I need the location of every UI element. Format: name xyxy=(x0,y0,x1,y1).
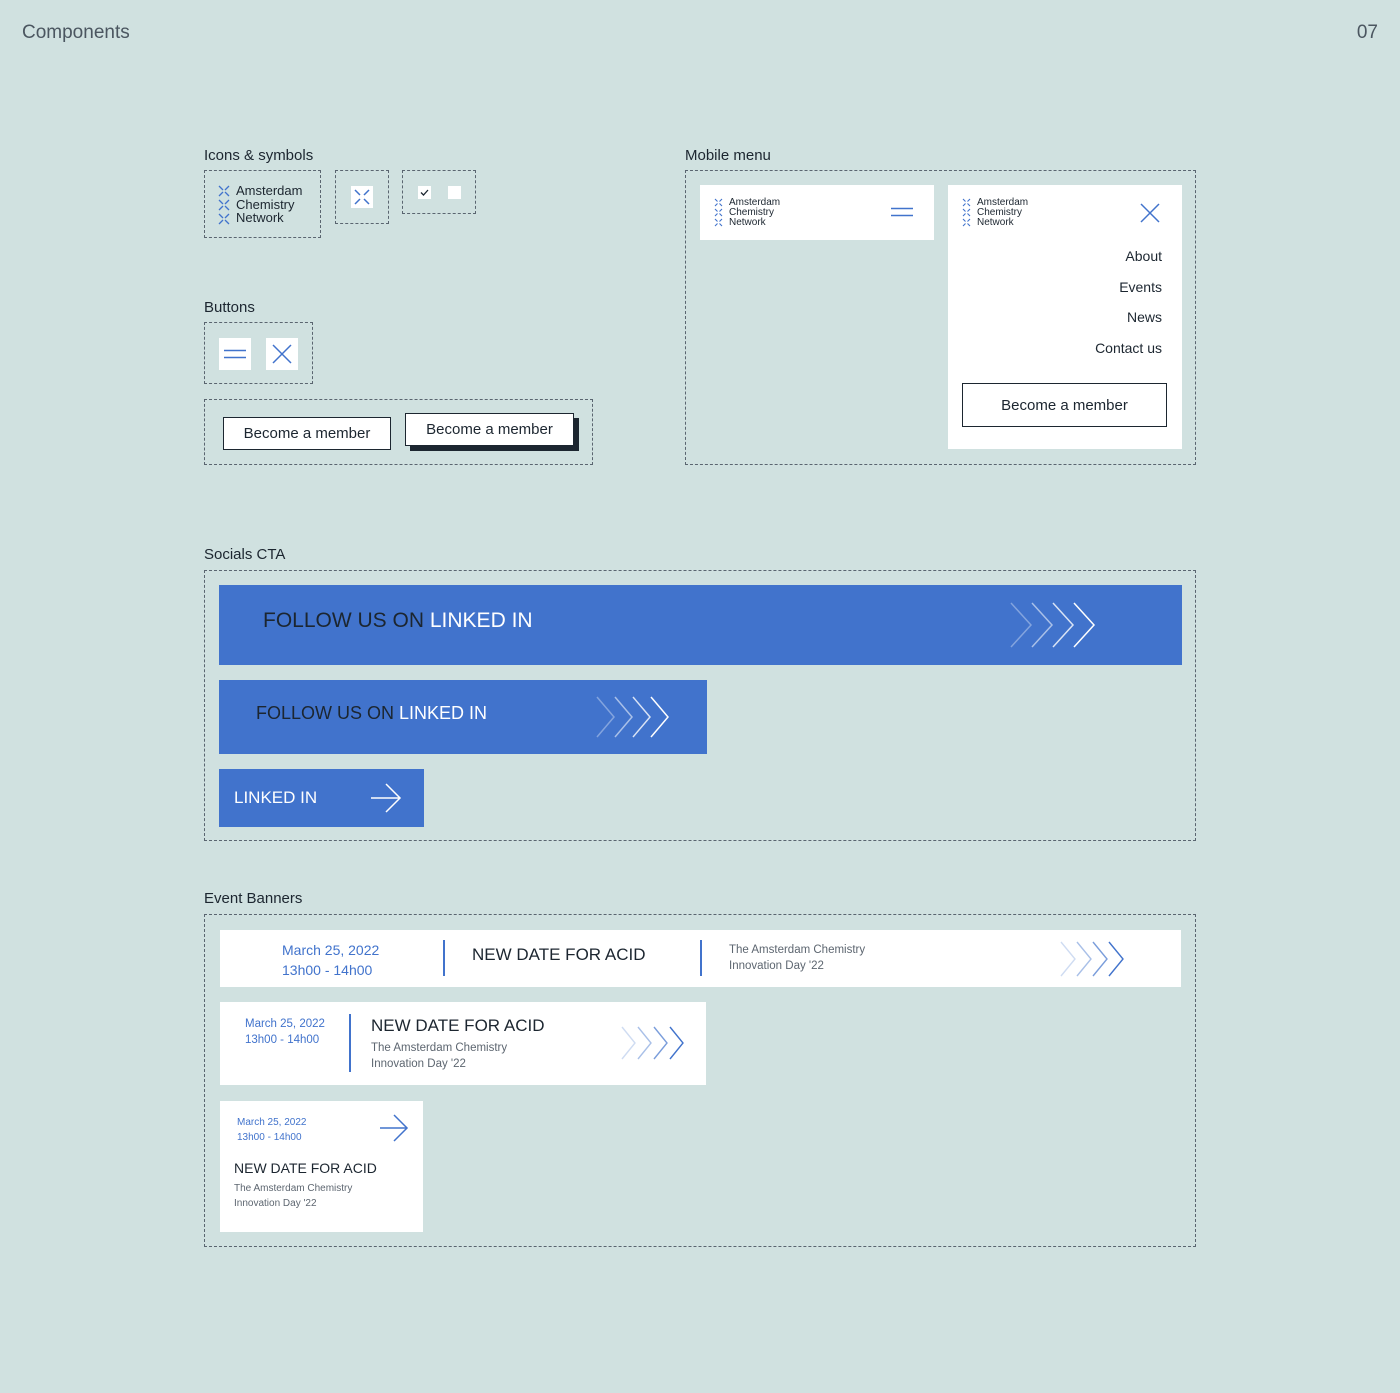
become-member-button[interactable]: Become a member xyxy=(962,383,1167,427)
event-datetime: March 25, 2022 13h00 - 14h00 xyxy=(282,940,379,980)
logo: Amsterdam Chemistry Network xyxy=(714,197,780,233)
cta-text: FOLLOW US ON LINKED IN xyxy=(263,609,533,633)
section-label-mobile: Mobile menu xyxy=(685,147,771,164)
chevrons-icon xyxy=(1059,941,1129,982)
logo-symbol-icon xyxy=(351,186,373,208)
event-date: March 25, 2022 xyxy=(282,942,380,958)
icon-buttons-frame xyxy=(204,322,313,384)
event-subtitle-line-1: The Amsterdam Chemistry xyxy=(234,1183,353,1194)
event-subtitle-line-1: The Amsterdam Chemistry xyxy=(729,944,866,956)
section-label-buttons: Buttons xyxy=(204,299,255,316)
chevrons-icon xyxy=(1009,602,1097,653)
mobile-menu-open: Amsterdam Chemistry Network About Events… xyxy=(948,185,1182,449)
logo-mark-icon xyxy=(714,198,723,233)
divider xyxy=(443,940,445,976)
arrow-right-icon xyxy=(369,782,403,819)
mobile-header-closed: Amsterdam Chemistry Network xyxy=(700,185,934,240)
close-button[interactable] xyxy=(266,338,298,370)
hamburger-button[interactable] xyxy=(889,202,915,222)
section-label-events: Event Banners xyxy=(204,890,303,907)
logo-line-2: Chemistry xyxy=(236,196,295,212)
symbol-frame xyxy=(335,170,389,224)
linkedin-cta-small[interactable]: LINKED IN xyxy=(219,769,424,827)
cta-highlight: LINKED IN xyxy=(399,703,488,723)
event-banner-large[interactable]: March 25, 2022 13h00 - 14h00 NEW DATE FO… xyxy=(220,930,1181,987)
logo-line-1: Amsterdam xyxy=(236,183,303,198)
event-subtitle: The Amsterdam Chemistry Innovation Day '… xyxy=(729,942,865,974)
event-banner-medium[interactable]: March 25, 2022 13h00 - 14h00 NEW DATE FO… xyxy=(220,1002,706,1085)
event-subtitle-line-2: Innovation Day '22 xyxy=(234,1197,317,1209)
event-title: NEW DATE FOR ACID xyxy=(472,945,646,964)
logo: Amsterdam Chemistry Network xyxy=(218,183,303,225)
chevrons-icon xyxy=(620,1026,688,1065)
event-datetime: March 25, 2022 13h00 - 14h00 xyxy=(237,1115,307,1145)
event-banner-small[interactable]: March 25, 2022 13h00 - 14h00 NEW DATE FO… xyxy=(220,1101,423,1232)
menu-item-contact[interactable]: Contact us xyxy=(1095,340,1162,356)
hamburger-button[interactable] xyxy=(219,338,251,370)
close-button[interactable] xyxy=(1139,202,1161,224)
checkbox-checked-icon[interactable] xyxy=(418,186,431,199)
menu-item-about[interactable]: About xyxy=(1125,248,1162,264)
event-subtitle-line-2: Innovation Day '22 xyxy=(729,960,824,972)
event-title: NEW DATE FOR ACID xyxy=(371,1016,545,1035)
page-title: Components xyxy=(22,22,130,43)
hamburger-icon xyxy=(891,207,913,217)
event-subtitle: The Amsterdam Chemistry Innovation Day '… xyxy=(234,1182,352,1211)
cta-highlight: LINKED IN xyxy=(429,609,533,632)
logo: Amsterdam Chemistry Network xyxy=(962,197,1028,233)
logo-line-3: Network xyxy=(729,217,766,229)
become-member-button-hover[interactable]: Become a member xyxy=(405,413,574,446)
logo-frame: Amsterdam Chemistry Network xyxy=(204,170,321,238)
linkedin-cta-large[interactable]: FOLLOW US ON LINKED IN xyxy=(219,585,1182,665)
logo-mark-icon xyxy=(962,198,971,233)
event-title: NEW DATE FOR ACID xyxy=(234,1160,377,1176)
close-icon xyxy=(1140,203,1160,223)
menu-item-events[interactable]: Events xyxy=(1119,279,1162,295)
event-date: March 25, 2022 xyxy=(245,1018,325,1030)
logo-line-3: Network xyxy=(977,217,1014,229)
page-number: 07 xyxy=(1356,22,1378,43)
cta-label: LINKED IN xyxy=(234,788,318,807)
event-time: 13h00 - 14h00 xyxy=(245,1034,320,1046)
section-label-socials: Socials CTA xyxy=(204,546,286,563)
event-subtitle-line-1: The Amsterdam Chemistry xyxy=(371,1042,508,1054)
linkedin-cta-medium[interactable]: FOLLOW US ON LINKED IN xyxy=(219,680,707,754)
event-datetime: March 25, 2022 13h00 - 14h00 xyxy=(245,1016,325,1048)
logo-mark-icon xyxy=(218,185,230,225)
checkbox-empty-icon[interactable] xyxy=(448,186,461,199)
event-date: March 25, 2022 xyxy=(237,1117,307,1128)
events-frame: March 25, 2022 13h00 - 14h00 NEW DATE FO… xyxy=(204,914,1196,1247)
divider xyxy=(349,1014,351,1072)
member-buttons-frame: Become a member Become a member xyxy=(204,399,593,465)
cta-prefix: FOLLOW US ON xyxy=(256,703,395,723)
arrow-right-icon xyxy=(378,1113,410,1148)
event-subtitle: The Amsterdam Chemistry Innovation Day '… xyxy=(371,1040,507,1072)
chevrons-icon xyxy=(595,696,673,743)
mobile-menu-frame: Amsterdam Chemistry Network Amsterdam Ch… xyxy=(685,170,1196,465)
section-label-icons: Icons & symbols xyxy=(204,147,314,164)
close-icon xyxy=(272,344,292,364)
event-time: 13h00 - 14h00 xyxy=(237,1132,302,1143)
hamburger-icon xyxy=(224,349,246,359)
socials-frame: FOLLOW US ON LINKED IN FOLLOW US ON LINK… xyxy=(204,570,1196,841)
become-member-button[interactable]: Become a member xyxy=(223,417,391,450)
menu-item-news[interactable]: News xyxy=(1127,309,1162,325)
event-time: 13h00 - 14h00 xyxy=(282,962,373,978)
logo-line-3: Network xyxy=(236,210,284,225)
divider xyxy=(700,940,702,976)
cta-text: FOLLOW US ON LINKED IN xyxy=(256,703,487,724)
event-subtitle-line-2: Innovation Day '22 xyxy=(371,1058,466,1070)
checkbox-frame xyxy=(402,170,476,214)
cta-prefix: FOLLOW US ON xyxy=(263,609,425,632)
